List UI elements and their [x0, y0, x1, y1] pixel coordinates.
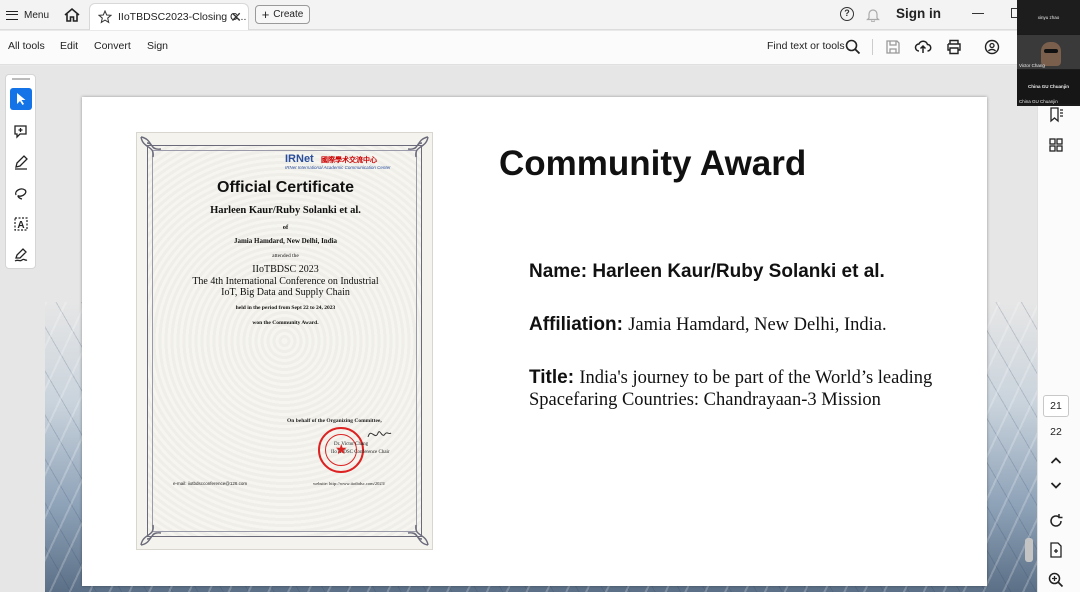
plus-icon: + [261, 7, 270, 22]
vertical-scrollbar[interactable] [1025, 538, 1033, 562]
name-key: Name: [529, 261, 588, 282]
help-icon[interactable]: ? [840, 7, 854, 21]
search-icon[interactable] [844, 38, 862, 56]
participant-name: xinyu zhao [1037, 15, 1060, 20]
affiliation-key: Affiliation: [529, 314, 623, 335]
video-tile[interactable]: xinyu zhao [1017, 0, 1080, 34]
text-box-icon: A [14, 217, 28, 231]
video-call-overlay: xinyu zhao Victor Chang China GU Chuanji… [1017, 0, 1080, 106]
corner-ornament-icon [140, 524, 162, 546]
certificate-border [147, 145, 422, 537]
tab-title: IIoTBDSC2023-Closing C... [118, 11, 247, 23]
svg-text:A: A [17, 220, 24, 231]
create-button[interactable]: + Create [255, 5, 310, 24]
name-value: Harleen Kaur/Ruby Solanki et al. [592, 261, 885, 282]
certificate-of: of [282, 224, 289, 231]
chevron-up-icon[interactable] [1047, 452, 1065, 470]
participant-label: China GU Chuanjin [1019, 99, 1058, 104]
corner-ornament-icon [407, 524, 429, 546]
participant-glasses [1044, 49, 1058, 53]
certificate-award: won the Community Award. [252, 320, 319, 326]
home-icon[interactable] [62, 6, 82, 24]
quick-tools-panel: A [5, 74, 36, 269]
certificate-image: IRNet 國際學术交流中心 IRNet International Acade… [136, 132, 433, 550]
current-page-number[interactable]: 21 [1043, 395, 1069, 417]
edit-menu[interactable]: Edit [60, 40, 78, 52]
affiliation-field: Affiliation: Jamia Hamdard, New Delhi, I… [529, 314, 887, 336]
draw-tool[interactable] [10, 182, 32, 204]
hamburger-icon [6, 10, 18, 20]
menu-button[interactable]: Menu [6, 6, 49, 24]
zoom-in-icon[interactable] [1047, 571, 1065, 589]
participant-name: China GU Chuanjin [1028, 84, 1069, 89]
rotate-refresh-icon[interactable] [1047, 512, 1065, 530]
text-box-tool[interactable]: A [10, 213, 32, 235]
comment-plus-icon [14, 125, 27, 139]
certificate-affiliation: Jamia Hamdard, New Delhi, India [233, 237, 338, 245]
sign-in-button[interactable]: Sign in [896, 6, 941, 21]
title-bar: Menu IIoTBDSC2023-Closing C... ✕ + Creat… [0, 0, 1080, 30]
certificate-website: website: http://www.iiotbdsc.com/2023/ [313, 481, 386, 486]
corner-ornament-icon [140, 136, 162, 158]
highlight-tool[interactable] [10, 151, 32, 173]
print-icon[interactable] [945, 38, 963, 56]
sign-menu[interactable]: Sign [147, 40, 168, 52]
certificate-conference-line2: IoT, Big Data and Supply Chain [221, 287, 350, 298]
title-field: Title: India's journey to be part of the… [529, 367, 932, 411]
video-tile[interactable]: Victor Chang [1017, 35, 1080, 69]
find-text-label[interactable]: Find text or tools [767, 40, 845, 52]
page-extract-icon[interactable] [1047, 541, 1065, 559]
bookmark-icon[interactable] [1047, 106, 1065, 124]
name-field: Name: Harleen Kaur/Ruby Solanki et al. [529, 261, 885, 283]
certificate-attended: attended the [272, 253, 299, 259]
sign-tool[interactable] [10, 244, 32, 266]
panel-grip[interactable] [12, 78, 30, 80]
select-tool[interactable] [10, 88, 32, 110]
slide-title: Community Award [499, 144, 807, 183]
pdf-page: IRNet 國際學术交流中心 IRNet International Acade… [82, 97, 987, 586]
certificate-recipient: Harleen Kaur/Ruby Solanki et al. [210, 205, 361, 216]
star-icon[interactable] [98, 10, 112, 24]
minimize-window-button[interactable] [972, 13, 984, 14]
notification-bell-icon[interactable] [866, 7, 880, 22]
toolbar-divider [872, 39, 873, 55]
upload-cloud-icon[interactable] [914, 38, 932, 56]
title-key: Title: [529, 367, 575, 388]
thumbnails-grid-icon[interactable] [1047, 136, 1065, 154]
signature-image [367, 431, 392, 438]
document-tab[interactable]: IIoTBDSC2023-Closing C... ✕ [89, 3, 249, 30]
cursor-arrow-icon [17, 93, 26, 105]
participant-label: Victor Chang [1019, 63, 1045, 68]
main-toolbar: All tools Edit Convert Sign Find text or… [0, 31, 1020, 65]
title-value-line2: Spacefaring Countries: Chandrayaan-3 Mis… [529, 390, 881, 410]
irnet-logo-chinese: 國際學术交流中心 [321, 157, 377, 164]
certificate-behalf: On behalf of the Organizing Committee, [287, 418, 382, 424]
irnet-logo: IRNet [285, 153, 314, 165]
title-value-line1: India's journey to be part of the World’… [579, 368, 933, 388]
video-tile[interactable]: China GU Chuanjin China GU Chuanjin [1017, 70, 1080, 104]
close-tab-icon[interactable]: ✕ [230, 9, 242, 26]
convert-menu[interactable]: Convert [94, 40, 131, 52]
affiliation-value: Jamia Hamdard, New Delhi, India. [628, 315, 887, 335]
corner-ornament-icon [407, 136, 429, 158]
chevron-down-icon[interactable] [1047, 476, 1065, 494]
certificate-email: e-mail: iiotbdscconference@126.com [173, 481, 248, 486]
freehand-loop-icon [15, 188, 27, 200]
certificate-heading: Official Certificate [217, 179, 354, 196]
certificate-conference-short: IIoTBDSC 2023 [252, 264, 319, 275]
pen-highlight-icon [15, 155, 28, 170]
next-page-number[interactable]: 22 [1043, 426, 1069, 438]
all-tools-menu[interactable]: All tools [8, 40, 45, 52]
add-comment-tool[interactable] [10, 120, 32, 142]
seal-star-icon: ★ [335, 441, 348, 457]
menu-label: Menu [24, 9, 50, 21]
certificate-period: held in the period from Sept 22 to 24, 2… [235, 305, 336, 311]
save-icon[interactable] [884, 38, 902, 56]
create-label: Create [273, 9, 304, 20]
signature-pen-icon [14, 248, 28, 262]
certificate-conference-line1: The 4th International Conference on Indu… [192, 276, 379, 287]
irnet-subtitle: IRNet International Academic Communicati… [285, 165, 391, 170]
share-user-icon[interactable] [983, 38, 1001, 56]
